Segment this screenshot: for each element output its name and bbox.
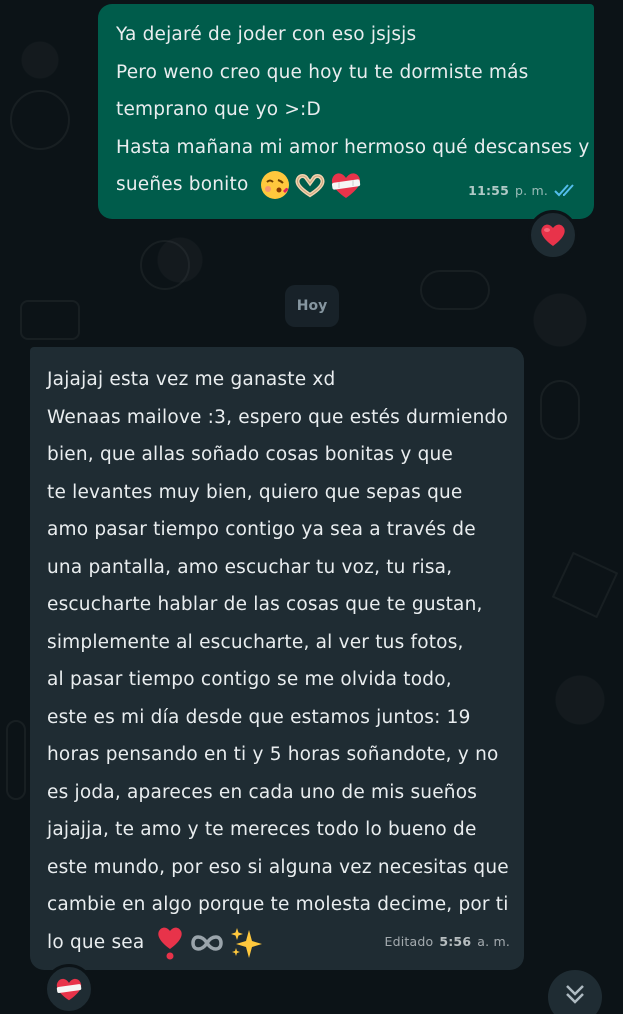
red-heart-emoji: [541, 224, 565, 246]
message-line: escucharte hablar de las cosas que te gu…: [47, 594, 483, 615]
emoji-group: [259, 169, 363, 201]
message-reaction[interactable]: [528, 210, 578, 260]
message-line: jajajja, te amo y te mereces todo lo bue…: [47, 819, 477, 840]
message-line: simplemente al escucharte, al ver tus fo…: [47, 631, 464, 653]
message-line: Pero weno creo que hoy tu te dormiste má…: [116, 61, 529, 83]
heart-hands-emoji: [295, 174, 325, 198]
message-time-suffix: p. m.: [514, 182, 548, 198]
message-line: Jajajaj esta vez me ganaste xd: [47, 369, 336, 390]
message-line: lo que sea: [47, 931, 145, 953]
message-line: cambie en algo porque te molesta decime,…: [47, 894, 509, 915]
emoji-group: [155, 925, 263, 961]
mending-heart-emoji: [56, 978, 82, 1001]
sparkles-emoji: [230, 927, 262, 958]
message-line: Wenaas mailove :3, espero que estés durm…: [47, 406, 508, 428]
edited-label: Editado: [384, 933, 434, 949]
message-time: 11:55: [468, 182, 509, 198]
message-line: este es mi día desde que estamos juntos:…: [47, 706, 471, 728]
mending-heart-emoji: [331, 173, 360, 198]
message-line: Hasta mañana mi amor hermoso qué descans…: [116, 136, 590, 158]
kissing-face-emoji: [260, 171, 289, 199]
heart-exclamation-emoji: [157, 927, 182, 959]
incoming-message-bubble[interactable]: Jajajaj esta vez me ganaste xd Wenaas ma…: [30, 347, 524, 970]
message-line: Ya dejaré de joder con eso jsjsjs: [116, 24, 417, 45]
message-line: te levantes muy bien, quiero que sepas q…: [47, 481, 463, 503]
message-line: este mundo, por eso si alguna vez necesi…: [47, 856, 509, 878]
message-reaction[interactable]: [44, 964, 94, 1014]
message-meta: Editado 5:56 a. m.: [384, 923, 510, 961]
outgoing-message-bubble[interactable]: Ya dejaré de joder con eso jsjsjs Pero w…: [98, 4, 594, 219]
read-ticks-icon: [554, 184, 574, 197]
message-line: al pasar tiempo contigo se me olvida tod…: [47, 669, 452, 690]
message-line: temprano que yo >:D: [116, 99, 321, 120]
message-time-suffix: a. m.: [477, 933, 510, 949]
double-chevron-down-icon: [566, 985, 584, 1004]
message-line: una pantalla, amo escuchar tu voz, tu ri…: [47, 556, 453, 578]
message-line: bien, que allas soñado cosas bonitas y q…: [47, 444, 454, 465]
message-line: sueñes bonito: [116, 174, 249, 195]
infinity-emoji: [190, 934, 223, 951]
message-meta: 11:55 p. m.: [468, 172, 580, 210]
message-line: amo pasar tiempo contigo ya sea a través…: [47, 519, 476, 540]
message-line: horas pensando en ti y 5 horas soñandote…: [47, 744, 499, 765]
message-time: 5:56: [439, 933, 472, 949]
date-divider: Hoy: [285, 285, 339, 327]
message-line: es joda, apareces en cada uno de mis sue…: [47, 781, 478, 803]
